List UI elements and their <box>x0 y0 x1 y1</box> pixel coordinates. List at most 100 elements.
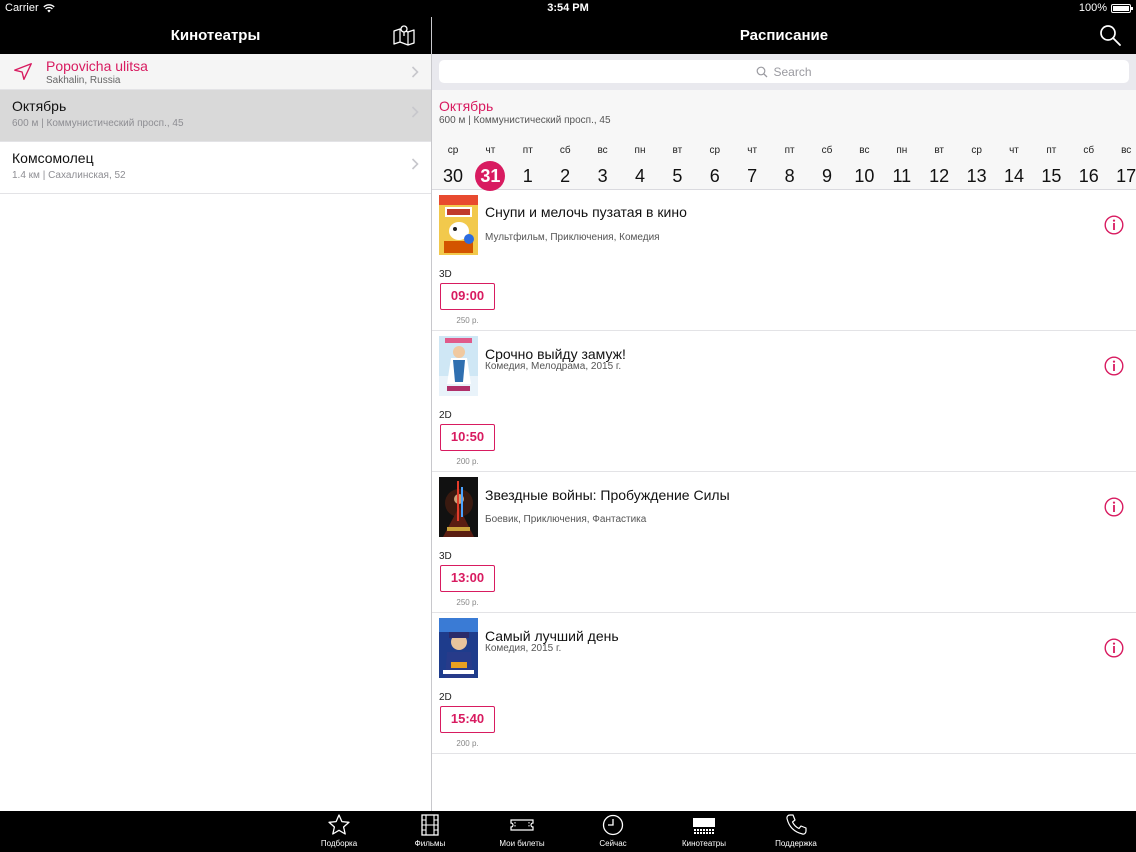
tab-clock[interactable]: Сейчас <box>573 813 653 848</box>
date-weekday: вс <box>1121 145 1132 156</box>
movie-poster[interactable] <box>439 618 478 678</box>
date-item[interactable]: ср 6 <box>697 145 733 191</box>
date-number: 15 <box>1041 166 1062 186</box>
current-location-row[interactable]: Popovicha ulitsa Sakhalin, Russia <box>0 54 431 90</box>
cinemas-navbar: Кинотеатры <box>0 17 431 54</box>
battery-percent: 100% <box>1078 2 1107 14</box>
date-number: 7 <box>747 166 758 186</box>
phone-icon <box>786 814 807 835</box>
date-weekday: вт <box>934 145 945 156</box>
tab-cinema[interactable]: Кинотеатры <box>664 813 744 848</box>
movie-title[interactable]: Срочно выйду замуж! <box>485 346 626 362</box>
date-item[interactable]: пн 11 <box>884 145 920 191</box>
date-number: 11 <box>892 166 912 186</box>
date-item[interactable]: вс 17 <box>1108 145 1136 191</box>
movie-poster[interactable] <box>439 477 478 537</box>
movie-title[interactable]: Снупи и мелочь пузатая в кино <box>485 204 687 220</box>
status-bar: Carrier 3:54 PM 100% <box>0 0 1136 17</box>
date-item[interactable]: пт 8 <box>772 145 808 191</box>
cinema-name: Комсомолец <box>12 150 94 166</box>
ticket-icon <box>510 819 534 831</box>
date-number: 17 <box>1116 166 1136 186</box>
date-item[interactable]: вт 5 <box>659 145 695 191</box>
movie-title[interactable]: Самый лучший день <box>485 628 619 644</box>
date-item[interactable]: чт 14 <box>996 145 1032 191</box>
chevron-right-icon <box>411 66 419 78</box>
date-item[interactable]: пт 15 <box>1033 145 1069 191</box>
date-weekday: чт <box>1009 145 1019 156</box>
tab-phone[interactable]: Поддержка <box>756 813 836 848</box>
date-number: 9 <box>821 166 832 186</box>
tab-bar: Подборка Фильмы Мои билеты Сейчас Кинотеатры… <box>0 811 1136 852</box>
search-placeholder: Search <box>773 64 812 79</box>
schedule-navbar: Расписание <box>432 17 1136 54</box>
date-number: 6 <box>709 166 720 186</box>
movie-poster[interactable] <box>439 195 478 255</box>
info-icon[interactable] <box>1104 497 1124 517</box>
showtime-price: 200 р. <box>456 739 479 748</box>
cinema-address: 600 м | Коммунистический просп., 45 <box>12 118 184 129</box>
selected-cinema-name: Октябрь <box>439 98 494 114</box>
movie-genres: Боевик, Приключения, Фантастика <box>485 514 647 525</box>
cinema-row-oktyabr[interactable]: Октябрь 600 м | Коммунистический просп.,… <box>0 90 431 142</box>
date-item[interactable]: вс 3 <box>585 145 621 191</box>
date-weekday: сб <box>821 145 833 156</box>
date-weekday: ср <box>971 145 982 156</box>
date-item[interactable]: сб 9 <box>809 145 845 191</box>
date-item[interactable]: чт 31 <box>472 145 508 191</box>
date-number: 30 <box>442 166 464 186</box>
date-item[interactable]: сб 16 <box>1071 145 1107 191</box>
movie-genres: Комедия, 2015 г. <box>485 643 562 654</box>
date-weekday: ср <box>447 145 459 156</box>
search-input[interactable]: Search <box>439 60 1129 83</box>
tab-star[interactable]: Подборка <box>299 813 379 848</box>
showtime-button[interactable]: 09:00 <box>440 283 495 310</box>
showtime-button[interactable]: 10:50 <box>440 424 495 451</box>
tab-label: Подборка <box>320 839 358 848</box>
showtime-price: 250 р. <box>456 316 479 325</box>
movie-format: 3D <box>439 269 452 280</box>
movie-title[interactable]: Звездные войны: Пробуждение Силы <box>485 487 730 503</box>
date-weekday: пн <box>896 145 908 156</box>
search-field-icon <box>757 66 768 77</box>
location-region: Sakhalin, Russia <box>46 75 121 86</box>
date-item[interactable]: пт 1 <box>510 145 546 191</box>
date-item[interactable]: вс 10 <box>846 145 882 191</box>
search-icon[interactable] <box>1098 23 1122 47</box>
clock: 3:54 PM <box>547 2 589 14</box>
date-item[interactable]: вт 12 <box>921 145 957 191</box>
date-number: 3 <box>597 166 608 186</box>
selected-cinema-address: 600 м | Коммунистический просп., 45 <box>439 115 611 126</box>
date-weekday: вт <box>672 145 683 156</box>
date-weekday: чт <box>747 145 758 156</box>
schedule-title: Расписание <box>739 27 829 44</box>
chevron-right-icon <box>411 158 419 170</box>
schedule-pane: Search Октябрь 600 м | Коммунистический … <box>432 54 1136 811</box>
tab-ticket[interactable]: Мои билеты <box>482 813 562 848</box>
movie-poster[interactable] <box>439 336 478 396</box>
tab-label: Фильмы <box>414 839 446 848</box>
cinema-name: Октябрь <box>12 98 67 114</box>
date-weekday: сб <box>1083 145 1095 156</box>
info-icon[interactable] <box>1104 638 1124 658</box>
date-number: 2 <box>560 166 571 186</box>
date-item[interactable]: сб 2 <box>547 145 583 191</box>
date-item[interactable]: ср 30 <box>435 145 471 191</box>
date-number: 12 <box>929 166 950 186</box>
map-icon[interactable] <box>392 23 416 47</box>
date-item[interactable]: пн 4 <box>622 145 658 191</box>
cinema-icon <box>693 818 715 834</box>
date-item[interactable]: ср 13 <box>959 145 995 191</box>
cinema-row-komsomolets[interactable]: Комсомолец 1.4 км | Сахалинская, 52 <box>0 142 431 194</box>
showtime-button[interactable]: 15:40 <box>440 706 495 733</box>
date-number: 5 <box>672 166 683 186</box>
date-number: 8 <box>784 166 795 186</box>
date-weekday: ср <box>709 145 721 156</box>
date-item[interactable]: чт 7 <box>734 145 770 191</box>
tab-film[interactable]: Фильмы <box>390 813 470 848</box>
info-icon[interactable] <box>1104 356 1124 376</box>
info-icon[interactable] <box>1104 215 1124 235</box>
showtime-button[interactable]: 13:00 <box>440 565 495 592</box>
clock-icon <box>602 814 624 836</box>
schedule-header: Октябрь 600 м | Коммунистический просп.,… <box>432 90 1136 191</box>
